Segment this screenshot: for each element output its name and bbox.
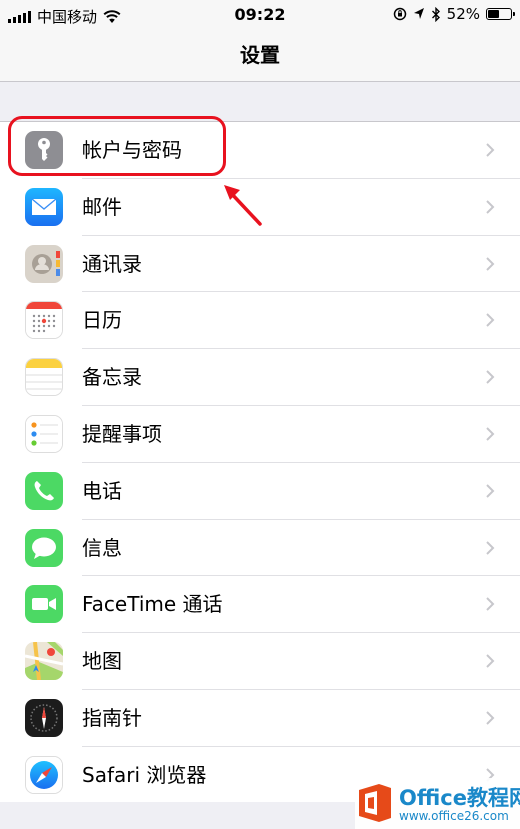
safari-icon bbox=[25, 755, 63, 794]
contacts-icon bbox=[25, 244, 63, 283]
chevron-right-icon bbox=[486, 540, 495, 555]
settings-item-label: 信息 bbox=[82, 535, 122, 560]
calendar-icon bbox=[25, 301, 63, 340]
settings-item-label: 邮件 bbox=[82, 194, 122, 219]
chevron-right-icon bbox=[486, 597, 495, 612]
chevron-right-icon bbox=[486, 313, 495, 328]
phone-icon bbox=[25, 471, 63, 510]
reminders-icon bbox=[25, 414, 63, 453]
settings-item-reminders[interactable]: 提醒事项 bbox=[0, 406, 520, 463]
compass-icon bbox=[25, 698, 63, 737]
messages-icon bbox=[25, 528, 63, 567]
settings-item-label: 备忘录 bbox=[82, 365, 142, 390]
battery-percent: 52% bbox=[446, 5, 480, 23]
settings-item-phone[interactable]: 电话 bbox=[0, 463, 520, 520]
settings-item-maps[interactable]: 地图 bbox=[0, 633, 520, 690]
facetime-icon bbox=[25, 585, 63, 624]
bluetooth-icon bbox=[431, 6, 440, 22]
chevron-right-icon bbox=[486, 654, 495, 668]
notes-icon bbox=[25, 358, 63, 397]
maps-icon bbox=[25, 642, 63, 681]
settings-item-calendar[interactable]: 日历 bbox=[0, 292, 520, 349]
battery-icon bbox=[486, 8, 515, 20]
mail-icon bbox=[25, 187, 63, 226]
chevron-right-icon bbox=[486, 711, 495, 725]
settings-item-label: 日历 bbox=[82, 308, 122, 333]
annotation-arrow-icon bbox=[224, 185, 262, 226]
settings-item-label: 帐户与密码 bbox=[82, 138, 182, 162]
chevron-right-icon bbox=[486, 484, 495, 498]
settings-item-label: 指南针 bbox=[82, 705, 142, 730]
orientation-lock-icon bbox=[393, 7, 406, 21]
location-icon bbox=[413, 8, 424, 19]
settings-item-label: 通讯录 bbox=[82, 251, 142, 276]
settings-item-accounts-passwords[interactable]: 帐户与密码 bbox=[0, 122, 520, 179]
office-logo-icon bbox=[359, 784, 391, 822]
settings-item-label: Safari 浏览器 bbox=[82, 762, 207, 787]
settings-item-contacts[interactable]: 通讯录 bbox=[0, 236, 520, 293]
settings-item-label: 提醒事项 bbox=[82, 421, 162, 446]
navigation-bar: 设置 bbox=[0, 30, 520, 82]
settings-item-notes[interactable]: 备忘录 bbox=[0, 349, 520, 406]
settings-item-label: 地图 bbox=[82, 649, 122, 674]
chevron-right-icon bbox=[486, 256, 495, 271]
settings-item-label: FaceTime 通话 bbox=[82, 592, 223, 617]
chevron-right-icon bbox=[486, 427, 495, 441]
battery-fill bbox=[488, 10, 499, 18]
watermark: Office教程网 www.office26.com bbox=[355, 778, 520, 829]
chevron-right-icon bbox=[486, 200, 495, 214]
settings-item-messages[interactable]: 信息 bbox=[0, 520, 520, 577]
settings-item-label: 电话 bbox=[82, 478, 122, 503]
settings-item-compass[interactable]: 指南针 bbox=[0, 690, 520, 747]
chevron-right-icon bbox=[486, 370, 495, 384]
chevron-right-icon bbox=[486, 143, 495, 157]
settings-item-facetime[interactable]: FaceTime 通话 bbox=[0, 576, 520, 633]
key-icon bbox=[25, 131, 63, 169]
page-title: 设置 bbox=[240, 43, 280, 67]
status-bar: 中国移动 09:22 52% bbox=[0, 0, 520, 30]
watermark-url: www.office26.com bbox=[399, 809, 509, 823]
watermark-title: Office教程网 bbox=[399, 786, 520, 810]
